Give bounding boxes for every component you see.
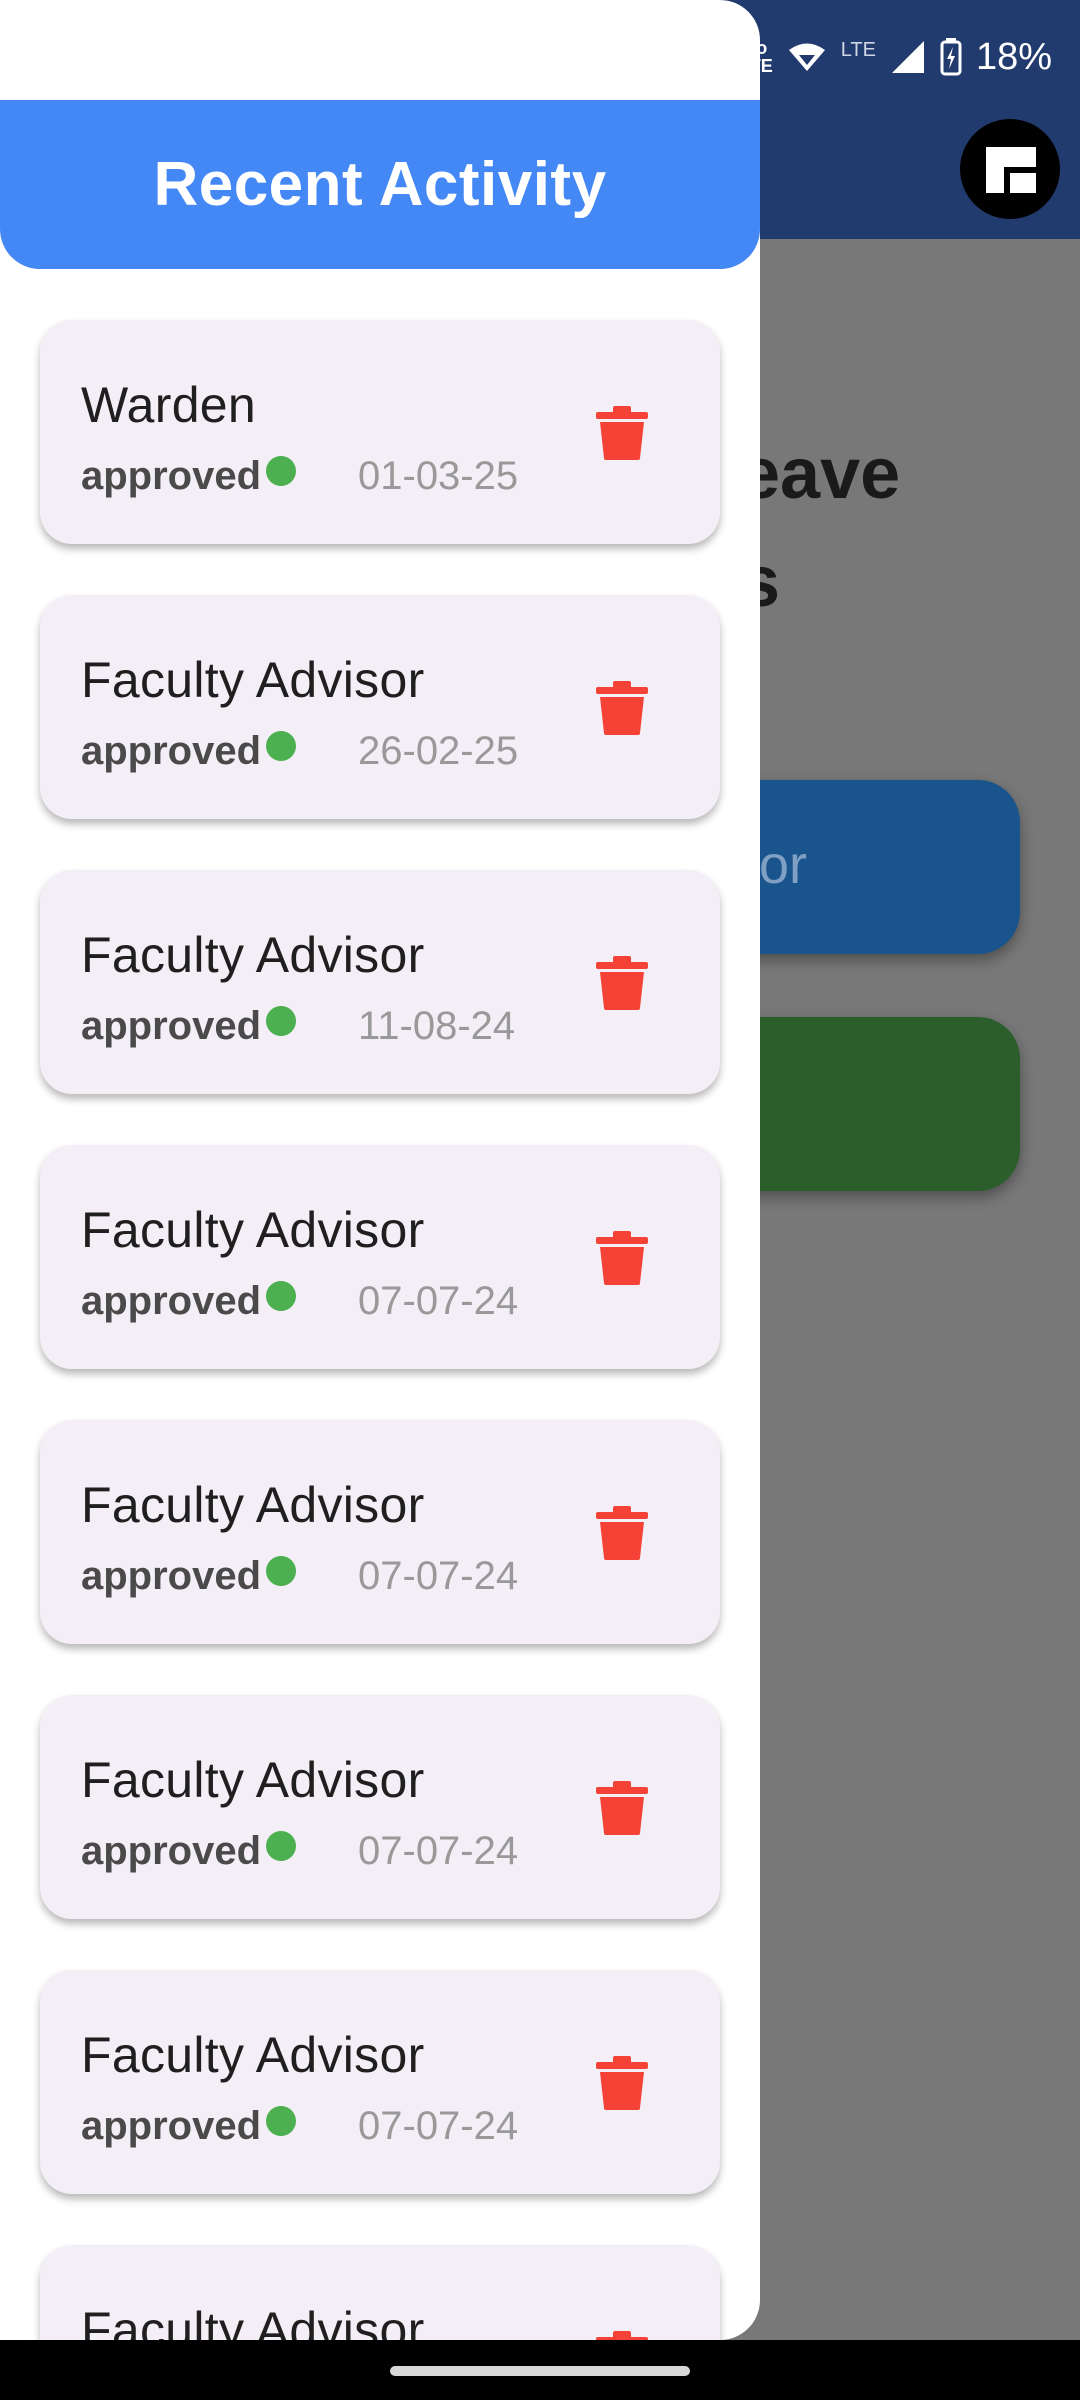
- status-dot-icon: [266, 1006, 296, 1036]
- trash-icon: [596, 681, 648, 739]
- activity-date: 11-08-24: [358, 1004, 516, 1048]
- status-dot-icon: [266, 1281, 296, 1311]
- status-dot-icon: [266, 2106, 296, 2136]
- activity-date: 07-07-24: [358, 1279, 519, 1323]
- activity-status: approved: [81, 1554, 262, 1598]
- activity-title: Faculty Advisor: [81, 1752, 425, 1808]
- delete-button[interactable]: [596, 1781, 648, 1835]
- signal-icon: [891, 41, 924, 73]
- recent-activity-drawer: Recent Activity Warden approved 01-03-25…: [0, 0, 760, 2340]
- activity-card[interactable]: Faculty Advisor approved 07-07-24: [40, 1970, 720, 2194]
- activity-status: approved: [81, 454, 262, 498]
- activity-title: Faculty Advisor: [81, 1477, 425, 1533]
- status-dot-icon: [266, 456, 296, 486]
- activity-title: Faculty Advisor: [81, 1202, 425, 1258]
- delete-button[interactable]: [596, 406, 648, 460]
- activity-date: 07-07-24: [358, 1829, 519, 1873]
- activity-date: 07-07-24: [358, 2104, 519, 2148]
- avatar[interactable]: [960, 119, 1060, 219]
- status-bar: Vo LTE LTE 18%: [740, 34, 1052, 80]
- activity-card[interactable]: Faculty Advisor approved 07-07-24: [40, 1420, 720, 1644]
- activity-title: Warden: [81, 377, 257, 433]
- background-page-title: eave s: [740, 434, 901, 622]
- delete-button[interactable]: [596, 2056, 648, 2110]
- activity-status: approved: [81, 1004, 262, 1048]
- activity-status: approved: [81, 2104, 262, 2148]
- status-dot-icon: [266, 1556, 296, 1586]
- activity-date: 07-07-24: [358, 1554, 519, 1598]
- drawer-header: Recent Activity: [0, 100, 760, 269]
- activity-title: Faculty Advisor: [81, 652, 425, 708]
- trash-icon: [596, 406, 648, 464]
- delete-button[interactable]: [596, 1506, 648, 1560]
- activity-card[interactable]: Faculty Advisor approved 26-02-25: [40, 595, 720, 819]
- battery-icon: [940, 38, 962, 76]
- lte-label: LTE: [840, 38, 876, 61]
- delete-button[interactable]: [596, 956, 648, 1010]
- activity-card[interactable]: Faculty Advisor approved 07-07-24: [40, 1145, 720, 1369]
- status-dot-icon: [266, 731, 296, 761]
- activity-date: 01-03-25: [358, 454, 519, 498]
- drawer-title: Recent Activity: [153, 150, 607, 219]
- activity-status: approved: [81, 729, 262, 773]
- activity-title: Faculty Advisor: [81, 927, 425, 983]
- logo-icon: [986, 147, 1036, 193]
- battery-percent: 18%: [975, 35, 1052, 78]
- delete-button[interactable]: [596, 681, 648, 735]
- trash-icon: [596, 2056, 648, 2114]
- activity-card[interactable]: Warden approved 01-03-25: [40, 320, 720, 544]
- activity-title: Faculty Advisor: [81, 2302, 425, 2340]
- activity-date: 26-02-25: [358, 729, 519, 773]
- trash-icon: [596, 956, 648, 1014]
- status-dot-icon: [266, 1831, 296, 1861]
- activity-status: approved: [81, 1279, 262, 1323]
- activity-card[interactable]: Faculty Advisor approved 11-08-24: [40, 870, 720, 1094]
- activity-title: Faculty Advisor: [81, 2027, 425, 2083]
- trash-icon: [596, 1506, 648, 1564]
- activity-status: approved: [81, 1829, 262, 1873]
- wifi-icon: [788, 43, 825, 71]
- delete-button[interactable]: [596, 2331, 648, 2340]
- trash-icon: [596, 1781, 648, 1839]
- delete-button[interactable]: [596, 1231, 648, 1285]
- activity-card[interactable]: Faculty Advisor: [40, 2245, 720, 2340]
- trash-icon: [596, 1231, 648, 1289]
- gesture-handle[interactable]: [390, 2366, 690, 2376]
- activity-card[interactable]: Faculty Advisor approved 07-07-24: [40, 1695, 720, 1919]
